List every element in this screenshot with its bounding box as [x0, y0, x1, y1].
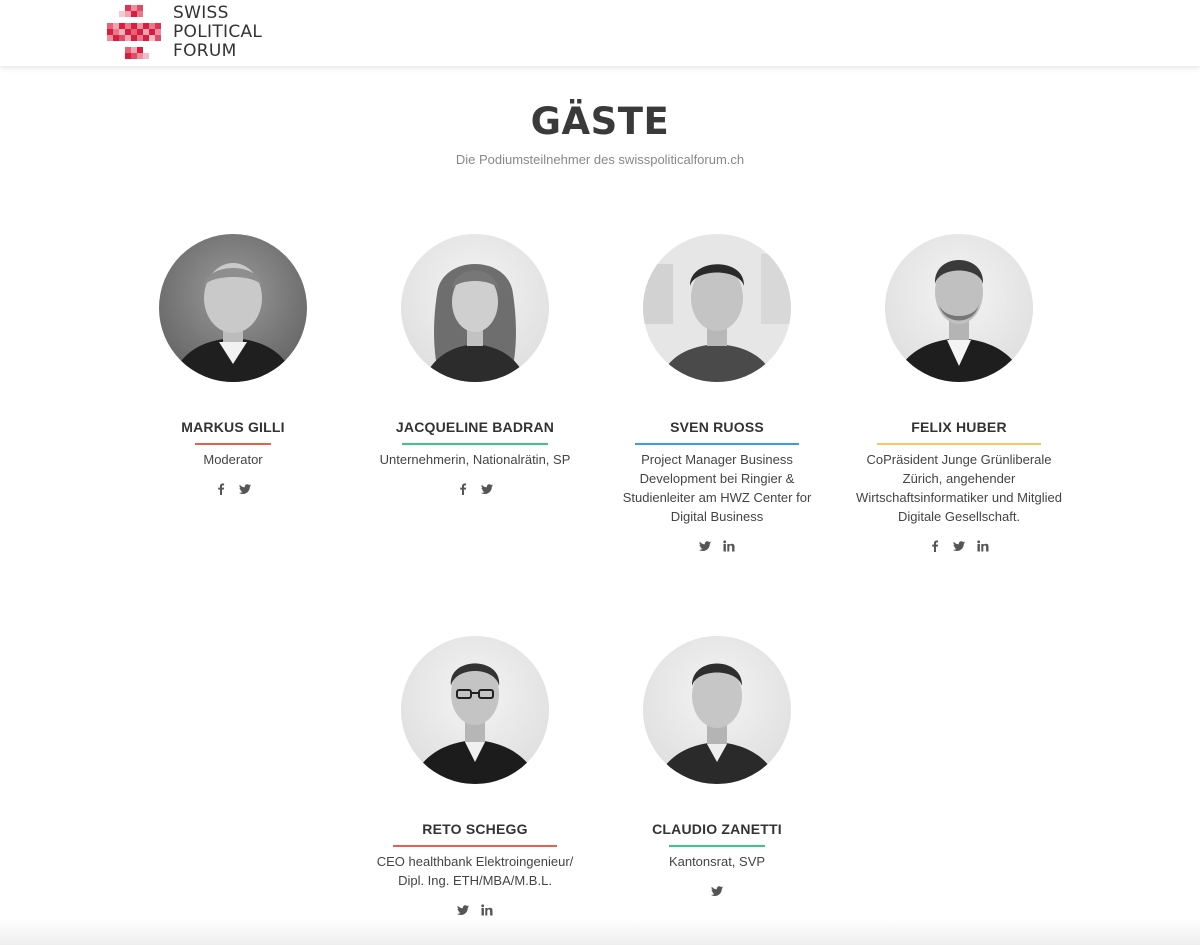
social-links — [113, 483, 353, 495]
page-title: GÄSTE — [530, 100, 670, 143]
guest-card: JACQUELINE BADRAN Unternehmerin, Nationa… — [355, 234, 595, 495]
page-subtitle: Die Podiumsteilnehmer des swisspolitical… — [455, 152, 745, 167]
name-underline — [195, 443, 271, 445]
facebook-icon[interactable] — [457, 483, 469, 495]
logo-wordmark: SWISS POLITICAL FORUM — [173, 2, 263, 61]
twitter-icon[interactable] — [239, 483, 251, 495]
linkedin-icon[interactable] — [977, 540, 989, 552]
guest-role: Project Manager Business Development bei… — [622, 452, 812, 524]
guest-role: Kantonsrat, SVP — [668, 854, 766, 869]
name-underline — [402, 443, 548, 445]
social-links — [839, 540, 1079, 552]
logo-line: POLITICAL — [173, 21, 263, 42]
logo-line: FORUM — [173, 40, 237, 61]
swiss-cross-logo-icon — [107, 5, 161, 59]
guest-card: RETO SCHEGG CEO healthbank Elektroingeni… — [355, 636, 595, 916]
guest-name: RETO SCHEGG — [422, 821, 528, 837]
guest-photo — [643, 234, 791, 382]
guest-card: CLAUDIO ZANETTI Kantonsrat, SVP — [597, 636, 837, 897]
linkedin-icon[interactable] — [481, 904, 493, 916]
name-underline — [635, 443, 799, 445]
guest-role: Moderator — [203, 452, 263, 467]
guest-photo — [643, 636, 791, 784]
guest-card: SVEN RUOSS Project Manager Business Deve… — [597, 234, 837, 552]
social-links — [355, 483, 595, 495]
guest-name: FELIX HUBER — [911, 419, 1007, 435]
name-underline — [877, 443, 1041, 445]
twitter-icon[interactable] — [711, 885, 723, 897]
social-links — [597, 540, 837, 552]
guest-role: CEO healthbank Elektroingenieur/ Dipl. I… — [376, 854, 574, 888]
guest-card: MARKUS GILLI Moderator — [113, 234, 353, 495]
facebook-icon[interactable] — [929, 540, 941, 552]
twitter-icon[interactable] — [481, 483, 493, 495]
site-logo[interactable]: SWISS POLITICAL FORUM — [107, 2, 263, 61]
page-bottom-fade — [0, 919, 1200, 945]
guest-photo — [885, 234, 1033, 382]
guest-photo — [401, 234, 549, 382]
name-underline — [669, 845, 765, 847]
guest-photo — [159, 234, 307, 382]
twitter-icon[interactable] — [457, 904, 469, 916]
social-links — [355, 904, 595, 916]
guest-role: Unternehmerin, Nationalrätin, SP — [379, 452, 571, 467]
guest-name: CLAUDIO ZANETTI — [652, 821, 782, 837]
name-underline — [393, 845, 557, 847]
guest-name: MARKUS GILLI — [181, 419, 285, 435]
guest-name: JACQUELINE BADRAN — [395, 419, 555, 435]
twitter-icon[interactable] — [699, 540, 711, 552]
facebook-icon[interactable] — [215, 483, 227, 495]
twitter-icon[interactable] — [953, 540, 965, 552]
linkedin-icon[interactable] — [723, 540, 735, 552]
guest-name: SVEN RUOSS — [670, 419, 764, 435]
guest-role: CoPräsident Junge Grünliberale Zürich, a… — [856, 452, 1062, 524]
guest-photo — [401, 636, 549, 784]
guest-card: FELIX HUBER CoPräsident Junge Grünlibera… — [839, 234, 1079, 552]
site-header: SWISS POLITICAL FORUM — [0, 0, 1200, 66]
logo-line: SWISS — [173, 2, 229, 23]
social-links — [597, 885, 837, 897]
